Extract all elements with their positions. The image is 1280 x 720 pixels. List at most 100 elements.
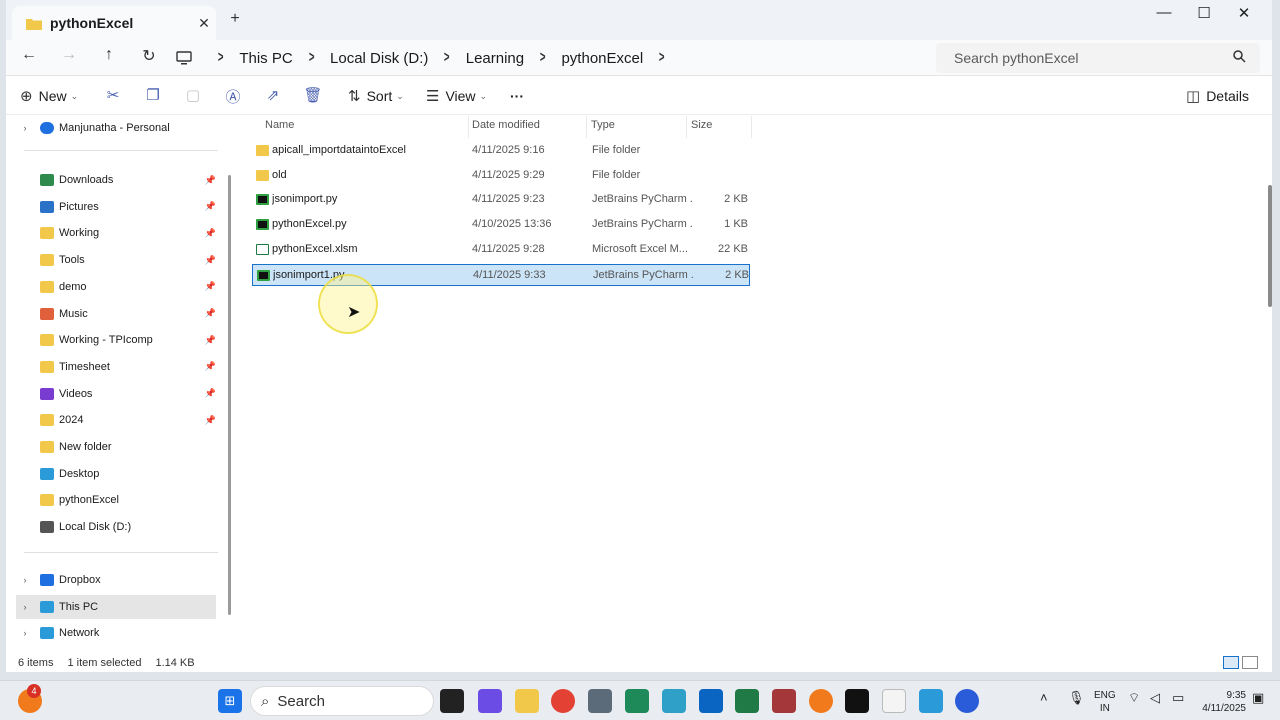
paste-icon[interactable]: ▢ (182, 86, 204, 104)
sidebar-item-desktop[interactable]: Desktop (16, 462, 216, 486)
sidebar-item-timesheet[interactable]: Timesheet 📌 (16, 355, 216, 379)
battery-icon[interactable]: ▭ (1172, 691, 1184, 704)
file-explorer-icon[interactable] (515, 689, 539, 713)
sidebar-item-tools[interactable]: Tools 📌 (16, 248, 216, 272)
start-icon[interactable]: ⊞ (218, 689, 242, 713)
breadcrumb-this-pc[interactable]: This PC (237, 50, 294, 67)
chevron-right-icon[interactable]: › (16, 628, 34, 638)
file-row[interactable]: pythonExcel.xlsm 4/11/2025 9:28 Microsoft … (252, 239, 750, 261)
column-header-date[interactable]: Date modified (472, 116, 540, 134)
task-view-icon[interactable] (440, 689, 464, 713)
breadcrumb-separator[interactable]: > (437, 49, 457, 67)
back-button[interactable]: ← (16, 46, 42, 70)
selection-size: 1.14 KB (155, 656, 195, 669)
tab-pythonexcel[interactable]: pythonExcel ✕ (12, 6, 216, 40)
sidebar-item-music[interactable]: Music 📌 (16, 302, 216, 326)
new-tab-button[interactable]: + (224, 10, 246, 28)
breadcrumb-separator[interactable]: > (533, 49, 553, 67)
chevron-up-icon[interactable]: ˄ (1040, 691, 1048, 704)
forward-button[interactable]: → (56, 46, 82, 70)
details-view-icon[interactable] (1223, 656, 1239, 669)
breadcrumb-separator[interactable]: > (211, 49, 231, 67)
cut-icon[interactable]: ✂ (102, 86, 124, 104)
refresh-button[interactable]: ↻ (136, 46, 162, 70)
column-header-size[interactable]: Size (691, 116, 712, 134)
sidebar-scrollbar[interactable] (228, 175, 231, 615)
app-icon[interactable] (955, 689, 979, 713)
notification-icon[interactable]: ▣ (1252, 691, 1264, 704)
file-row[interactable]: apicall_importdataintoExcel 4/11/2025 9:1… (252, 140, 750, 162)
column-header-type[interactable]: Type (591, 116, 615, 134)
tiles-view-icon[interactable] (1242, 656, 1258, 669)
sidebar-item-onedrive[interactable]: › Manjunatha - Personal (16, 116, 216, 140)
app-icon[interactable] (809, 689, 833, 713)
more-options-button[interactable]: ··· (510, 85, 524, 107)
up-button[interactable]: ↑ (96, 46, 122, 70)
sidebar-item-pythonexcel[interactable]: pythonExcel (16, 488, 216, 512)
sidebar-item-downloads[interactable]: Downloads 📌 (16, 168, 216, 192)
chevron-right-icon[interactable]: › (16, 123, 34, 133)
share-icon[interactable]: ⇗ (262, 86, 284, 104)
file-row[interactable]: old 4/11/2025 9:29 File folder (252, 165, 750, 187)
breadcrumb-separator[interactable]: > (301, 49, 321, 67)
column-header-name[interactable]: Name (265, 116, 294, 134)
folder-icon (40, 387, 54, 400)
sidebar-item-label: Tools (59, 254, 85, 267)
language-indicator[interactable]: ENG IN (1094, 689, 1116, 715)
column-divider[interactable] (468, 116, 469, 138)
location-icon (40, 627, 54, 640)
breadcrumb-learning[interactable]: Learning (464, 50, 526, 67)
microphone-icon[interactable]: 🎙 (1068, 691, 1085, 704)
search-input[interactable]: Search pythonExcel (936, 43, 1260, 73)
minimize-button[interactable]: — (1144, 4, 1184, 24)
sidebar-item-demo[interactable]: demo 📌 (16, 275, 216, 299)
outlook-icon[interactable] (699, 689, 723, 713)
view-button[interactable]: ☰ View ⌄ (426, 85, 487, 107)
chevron-right-icon[interactable]: › (16, 602, 34, 612)
document-icon[interactable] (882, 689, 906, 713)
file-row[interactable]: jsonimport.py 4/11/2025 9:23 JetBrains PyC… (252, 189, 750, 211)
file-row[interactable]: pythonExcel.py 4/10/2025 13:36 JetBrains P… (252, 214, 750, 236)
chevron-right-icon[interactable]: › (16, 575, 34, 585)
sidebar-item-this-pc[interactable]: › This PC (16, 594, 216, 619)
sidebar-item-videos[interactable]: Videos 📌 (16, 382, 216, 406)
sidebar-item-2024[interactable]: 2024 📌 (16, 408, 216, 432)
breadcrumb-separator[interactable]: > (652, 49, 672, 67)
sidebar-item-new-folder[interactable]: New folder (16, 435, 216, 459)
close-window-button[interactable]: ✕ (1224, 4, 1264, 24)
calculator-icon[interactable] (588, 689, 612, 713)
chrome-icon[interactable] (551, 689, 575, 713)
volume-icon[interactable]: ◁ (1150, 691, 1160, 704)
copilot-icon[interactable] (478, 689, 502, 713)
sidebar-item-working[interactable]: Working 📌 (16, 221, 216, 245)
excel-icon[interactable] (735, 689, 759, 713)
close-tab-button[interactable]: ✕ (192, 15, 216, 32)
details-button[interactable]: ◫ Details (1186, 85, 1249, 107)
sort-button[interactable]: ⇅ Sort ⌄ (348, 85, 404, 107)
access-icon[interactable] (772, 689, 796, 713)
monitor-icon[interactable] (176, 51, 192, 65)
sidebar-item-working-tpicomp[interactable]: Working - TPIcomp 📌 (16, 328, 216, 352)
column-divider[interactable] (751, 116, 752, 138)
sidebar-item-pictures[interactable]: Pictures 📌 (16, 195, 216, 219)
column-divider[interactable] (686, 116, 687, 138)
maximize-button[interactable]: ☐ (1184, 4, 1224, 24)
new-button[interactable]: ⊕ New ⌄ (20, 85, 78, 107)
clock[interactable]: 9:35 4/11/2025 (1196, 689, 1246, 715)
sidebar-item-local-disk-d-[interactable]: Local Disk (D:) (16, 515, 216, 539)
breadcrumb-pythonexcel[interactable]: pythonExcel (559, 50, 645, 67)
vscode-icon[interactable] (625, 689, 649, 713)
delete-icon[interactable]: 🗑 (302, 86, 324, 104)
taskbar-search[interactable]: ⌕ Search (250, 686, 434, 716)
copy-icon[interactable]: ❐ (142, 86, 164, 104)
content-scrollbar[interactable] (1268, 185, 1272, 307)
notepad-icon[interactable] (919, 689, 943, 713)
snipping-tool-icon[interactable] (662, 689, 686, 713)
sidebar-item-network[interactable]: › Network (16, 621, 216, 645)
column-divider[interactable] (586, 116, 587, 138)
rename-icon[interactable]: Ⓐ (222, 86, 244, 107)
pycharm-icon[interactable] (845, 689, 869, 713)
wifi-icon[interactable]: ⌔ (1128, 691, 1140, 704)
breadcrumb-local-disk[interactable]: Local Disk (D:) (328, 50, 430, 67)
sidebar-item-dropbox[interactable]: › Dropbox (16, 568, 216, 592)
